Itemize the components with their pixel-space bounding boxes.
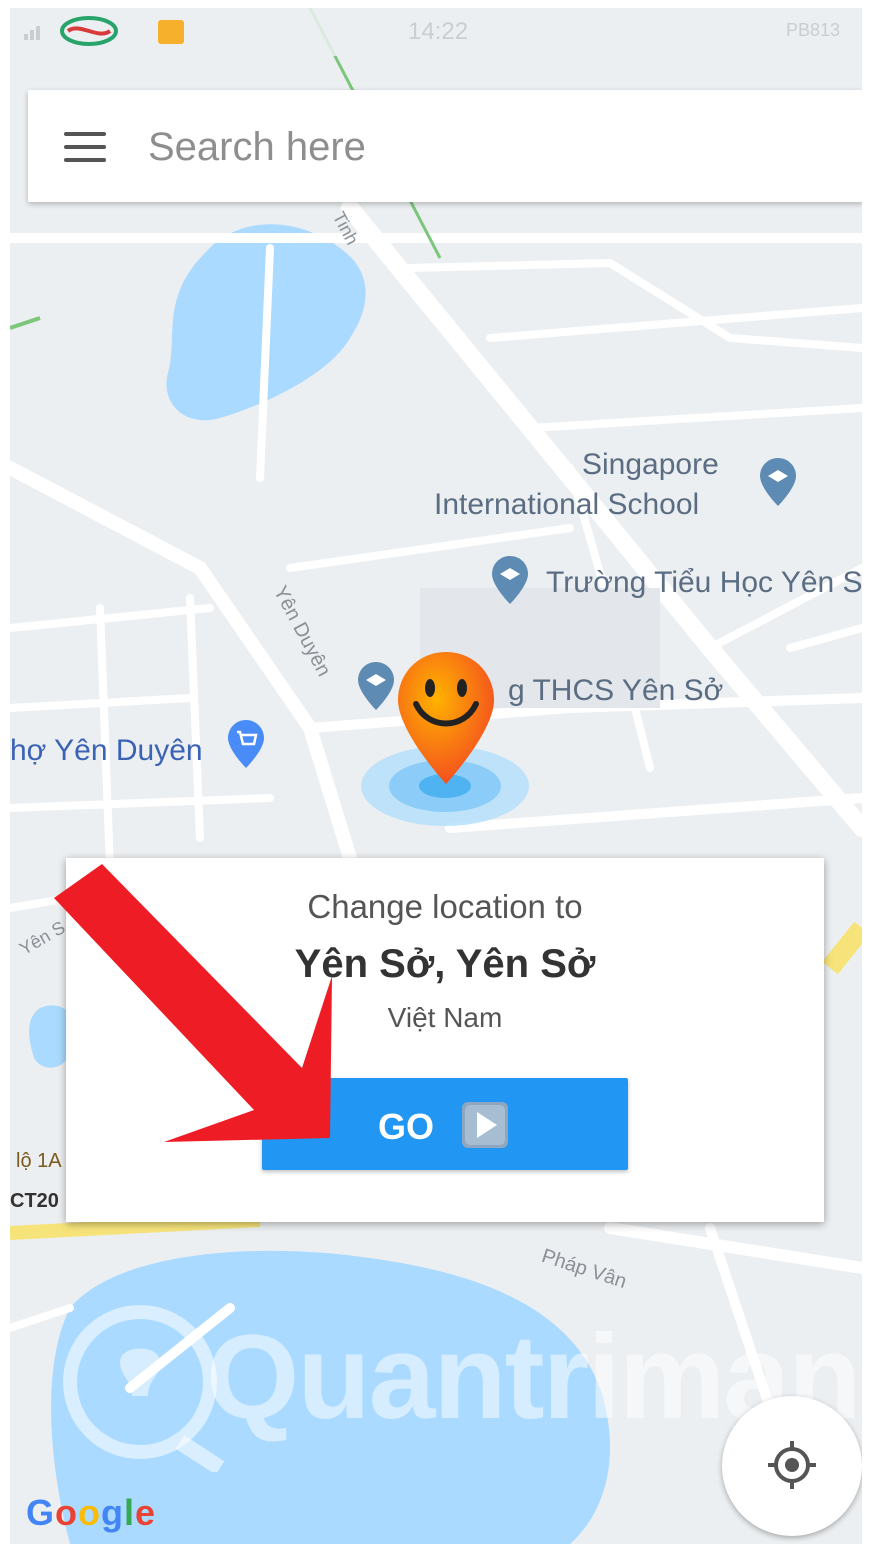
dialog-country: Việt Nam [387,1002,503,1033]
status-bar: 14:22 PB813 [10,8,862,56]
dialog-title: Change location to [307,888,583,925]
hamburger-menu-icon[interactable] [64,132,106,162]
smiley-location-pin-icon[interactable] [394,648,498,788]
poi-label[interactable]: International School [434,488,699,522]
carrier-logo-icon [60,16,118,46]
poi-label[interactable]: Trường Tiểu Học Yên S [546,566,862,600]
search-input[interactable] [146,118,830,176]
status-time: 14:22 [408,18,469,45]
play-icon [462,1102,508,1148]
school-pin-icon[interactable] [358,662,394,710]
go-button[interactable]: GO [262,1078,628,1170]
highway-east [822,921,862,975]
search-bar [28,90,862,202]
crosshair-icon [768,1440,816,1489]
poi-label[interactable]: Singapore [582,448,719,482]
go-button-label: GO [378,1106,435,1147]
app-screen: Tinh Yên Duyên Yên S Pháp Vân lộ 1A CT20… [10,8,862,1544]
school-pin-icon[interactable] [760,458,796,506]
notification-icon [158,20,184,44]
green-path-west [10,316,41,330]
poi-label[interactable]: hợ Yên Duyên [10,734,203,768]
road-label: lộ 1A [16,1150,62,1172]
shopping-pin-icon[interactable] [228,720,264,768]
change-location-dialog: Change location to Yên Sở, Yên Sở Việt N… [66,858,824,1222]
dialog-place-name: Yên Sở, Yên Sở [294,942,596,986]
google-logo: Google [26,1492,157,1533]
my-location-button[interactable] [722,1396,862,1536]
road-label: CT20 [10,1190,59,1212]
battery-indicator: PB813 [785,20,840,40]
poi-label[interactable]: g THCS Yên Sở [508,674,723,708]
